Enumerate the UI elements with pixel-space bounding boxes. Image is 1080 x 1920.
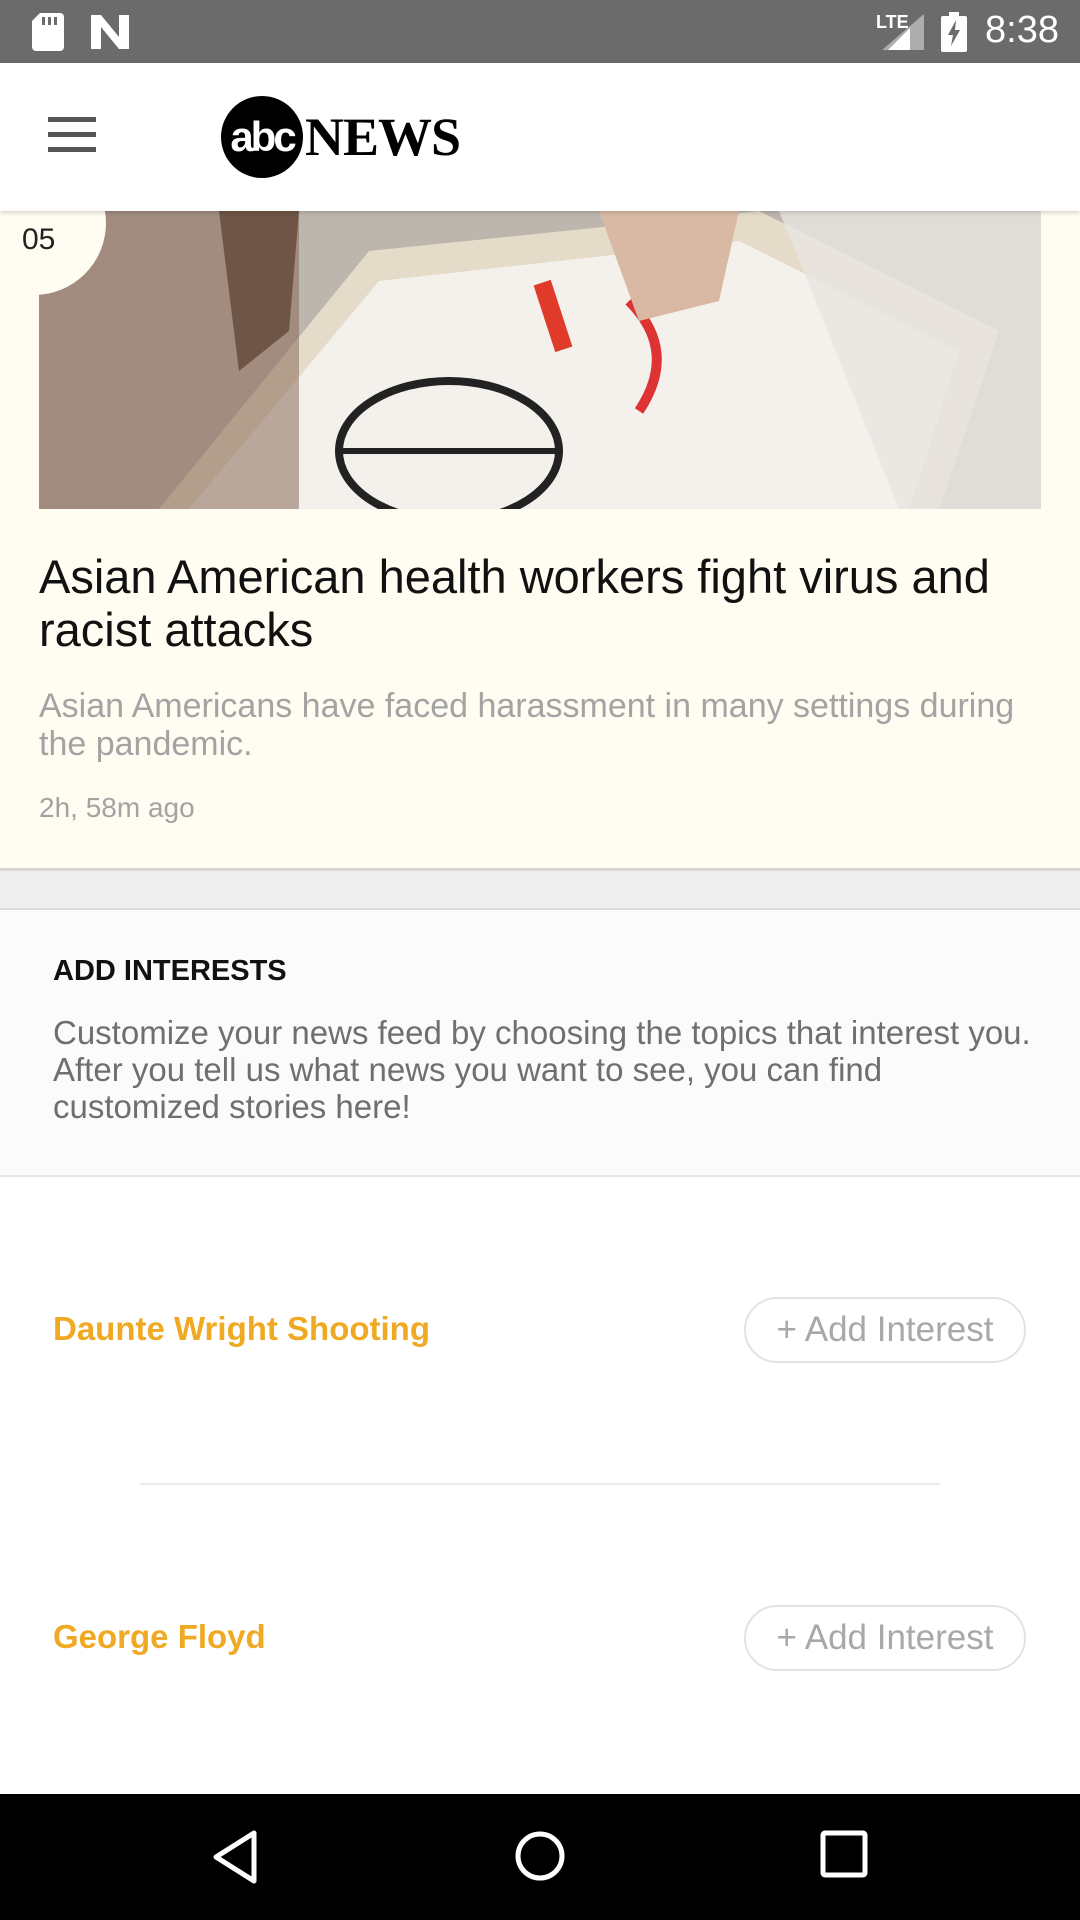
add-interest-button[interactable]: + Add Interest — [744, 1605, 1026, 1671]
story-image[interactable] — [39, 211, 1041, 509]
home-icon[interactable] — [514, 1830, 566, 1882]
interest-row: Daunte Wright Shooting + Add Interest — [0, 1270, 1080, 1390]
recents-icon[interactable] — [820, 1830, 868, 1878]
protest-sign-photo — [39, 211, 1041, 509]
app-bar: abc NEWS — [0, 63, 1080, 211]
interests-heading: ADD INTERESTS — [53, 955, 287, 987]
story-summary: Asian Americans have faced harassment in… — [39, 687, 1015, 763]
n-notification-icon — [91, 15, 129, 49]
back-icon[interactable] — [210, 1829, 260, 1885]
add-interest-button[interactable]: + Add Interest — [744, 1297, 1026, 1363]
navigation-bar — [0, 1794, 1080, 1920]
story-title[interactable]: Asian American health workers fight viru… — [39, 550, 1039, 656]
interest-name[interactable]: George Floyd — [53, 1618, 266, 1656]
interests-description: Customize your news feed by choosing the… — [53, 1014, 1031, 1125]
logo-circle: abc — [221, 96, 303, 178]
row-divider — [140, 1483, 940, 1485]
logo-word: NEWS — [305, 107, 461, 167]
clock: 8:38 — [985, 9, 1059, 51]
story-card[interactable]: 05 Asian American health workers fight v… — [0, 151, 1080, 868]
hamburger-menu-icon[interactable] — [40, 111, 96, 159]
abc-news-logo[interactable]: abc NEWS — [221, 96, 461, 178]
add-interests-panel: ADD INTERESTS Customize your news feed b… — [0, 910, 1080, 1177]
battery-charging-icon — [941, 12, 967, 52]
interest-name[interactable]: Daunte Wright Shooting — [53, 1310, 430, 1348]
story-number: 05 — [22, 223, 56, 256]
interest-row: George Floyd + Add Interest — [0, 1578, 1080, 1698]
status-bar: LTE 8:38 — [0, 0, 1080, 63]
signal-icon — [882, 14, 924, 50]
sd-card-icon — [32, 13, 64, 51]
story-timestamp: 2h, 58m ago — [39, 792, 195, 823]
section-divider — [0, 868, 1080, 910]
